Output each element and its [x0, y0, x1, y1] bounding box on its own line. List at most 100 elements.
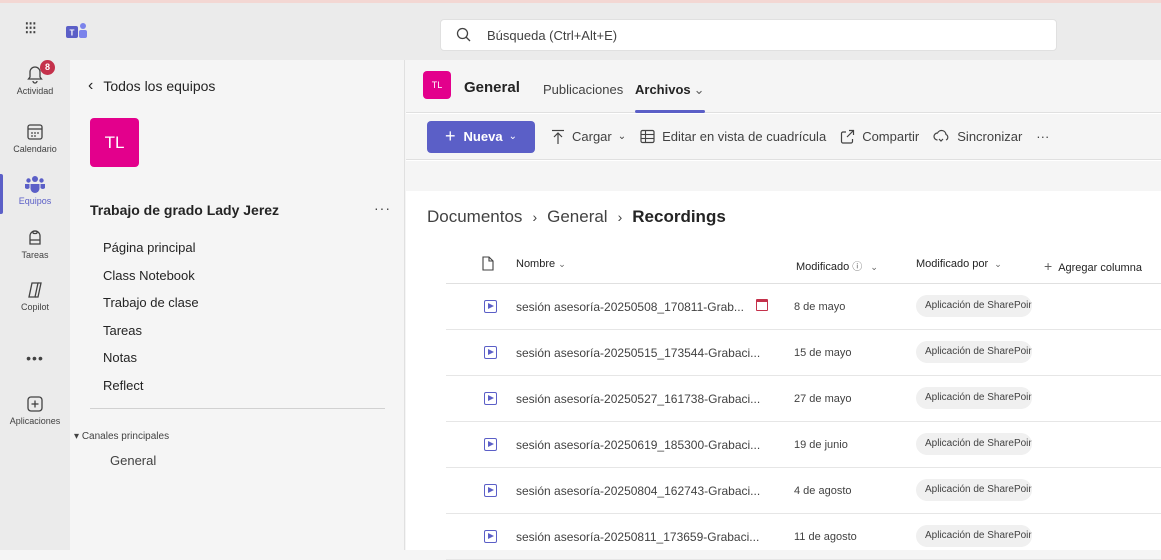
channel-item-general[interactable]: General	[110, 453, 156, 468]
file-modified-date: 4 de agosto	[794, 485, 852, 497]
chevron-right-icon: ›	[617, 209, 623, 225]
file-modified-by[interactable]: Aplicación de SharePoint	[916, 525, 1032, 547]
search-placeholder: Búsqueda (Ctrl+Alt+E)	[487, 27, 618, 43]
rail-label-activity: Actividad	[16, 86, 54, 96]
team-name[interactable]: Trabajo de grado Lady Jerez	[90, 202, 279, 218]
column-header-modified[interactable]: Modificado ⓘ ⌄	[796, 258, 878, 273]
rail-label-tasks: Tareas	[21, 250, 49, 260]
channel-title: General	[464, 79, 520, 96]
more-options-icon[interactable]: ···	[1036, 129, 1049, 144]
table-row[interactable]: sesión asesoría-20250811_173659-Grabaci.…	[446, 514, 1161, 560]
file-modified-by[interactable]: Aplicación de SharePoint	[916, 433, 1032, 455]
rail-more-icon[interactable]: •••	[0, 350, 70, 366]
video-file-icon	[484, 300, 497, 313]
title-bar: ⁝⁝⁝ T Búsqueda (Ctrl+Alt+E)	[0, 0, 1161, 60]
file-name[interactable]: sesión asesoría-20250804_162743-Grabaci.…	[516, 484, 760, 498]
sync-button[interactable]: Sincronizar	[933, 129, 1022, 144]
file-modified-by[interactable]: Aplicación de SharePoint	[916, 341, 1032, 363]
breadcrumb-item-general[interactable]: General	[547, 207, 607, 227]
file-name[interactable]: sesión asesoría-20250811_173659-Grabaci.…	[516, 530, 759, 544]
svg-text:T: T	[70, 29, 75, 38]
share-icon	[841, 129, 855, 144]
file-name[interactable]: sesión asesoría-20250619_185300-Grabaci.…	[516, 438, 760, 452]
breadcrumb-item-recordings: Recordings	[632, 207, 726, 226]
app-launcher-icon[interactable]: ⁝⁝⁝	[24, 19, 37, 37]
info-icon: ⓘ	[852, 262, 863, 273]
plus-icon: +	[1044, 258, 1053, 274]
column-header-modified-label: Modificado	[796, 261, 850, 273]
add-column-button[interactable]: + Agregar columna	[1044, 258, 1142, 274]
table-row[interactable]: sesión asesoría-20250804_162743-Grabaci.…	[446, 468, 1161, 514]
file-modified-by[interactable]: Aplicación de SharePoint	[916, 387, 1032, 409]
upload-icon	[552, 129, 564, 144]
tab-posts[interactable]: Publicaciones	[543, 82, 623, 97]
file-modified-by[interactable]: Aplicación de SharePoint	[916, 479, 1032, 501]
table-row[interactable]: sesión asesoría-20250515_173544-Grabaci.…	[446, 330, 1161, 376]
file-name[interactable]: sesión asesoría-20250527_161738-Grabaci.…	[516, 392, 760, 406]
divider	[90, 408, 385, 409]
teams-logo-icon: T	[66, 23, 87, 38]
calendar-icon	[27, 124, 43, 140]
table-row[interactable]: sesión asesoría-20250508_170811-Grab... …	[446, 284, 1161, 330]
chevron-down-icon: ⌄	[558, 259, 566, 269]
channel-avatar: TL	[423, 71, 451, 99]
upload-button[interactable]: Cargar ⌄	[551, 129, 626, 145]
file-modified-date: 15 de mayo	[794, 347, 852, 359]
calendar-event-icon	[756, 299, 768, 311]
file-modified-date: 19 de junio	[794, 439, 848, 451]
table-row[interactable]: sesión asesoría-20250527_161738-Grabaci.…	[446, 376, 1161, 422]
main-content: TL General Publicaciones Archivos ⌄ + Nue…	[406, 60, 1161, 560]
active-tab-indicator	[635, 110, 705, 113]
team-nav-list: Página principal Class Notebook Trabajo …	[103, 240, 199, 405]
plus-icon: +	[445, 126, 456, 146]
file-modified-by[interactable]: Aplicación de SharePoint	[916, 295, 1032, 317]
breadcrumb-item-documents[interactable]: Documentos	[427, 207, 522, 227]
team-nav-item-home[interactable]: Página principal	[103, 240, 199, 268]
rail-item-activity[interactable]: 8 Actividad	[0, 60, 70, 96]
team-nav-item-class-notebook[interactable]: Class Notebook	[103, 268, 199, 296]
column-header-modified-by[interactable]: Modificado por ⌄	[916, 258, 1002, 270]
toolbar-spacer	[406, 161, 1161, 191]
table-row[interactable]: sesión asesoría-20250619_185300-Grabaci.…	[446, 422, 1161, 468]
team-nav-item-classwork[interactable]: Trabajo de clase	[103, 295, 199, 323]
edit-grid-view-button[interactable]: Editar en vista de cuadrícula	[640, 129, 826, 144]
file-modified-date: 8 de mayo	[794, 301, 846, 313]
tasks-icon	[29, 230, 41, 245]
activity-badge: 8	[40, 60, 55, 75]
team-more-options-icon[interactable]: ···	[374, 200, 391, 216]
file-name[interactable]: sesión asesoría-20250508_170811-Grab...	[516, 300, 744, 314]
teams-icon	[25, 176, 45, 193]
column-header-modified-by-label: Modificado por	[916, 258, 989, 270]
team-nav-item-reflect[interactable]: Reflect	[103, 378, 199, 406]
back-label: Todos los equipos	[103, 78, 216, 94]
video-file-icon	[484, 346, 497, 359]
new-button-label: Nueva	[463, 129, 503, 144]
chevron-down-icon: ⌄	[994, 259, 1002, 269]
upload-label: Cargar	[572, 129, 612, 144]
channels-section-header[interactable]: ▾ Canales principales	[74, 431, 169, 442]
chevron-left-icon: ‹	[88, 77, 94, 94]
edit-grid-view-label: Editar en vista de cuadrícula	[662, 129, 827, 144]
rail-item-calendar[interactable]: Calendario	[0, 122, 70, 154]
column-header-name[interactable]: Nombre ⌄	[516, 258, 566, 270]
chevron-down-icon: ⌄	[693, 82, 705, 97]
file-name[interactable]: sesión asesoría-20250515_173544-Grabaci.…	[516, 346, 760, 360]
team-nav-item-assignments[interactable]: Tareas	[103, 323, 199, 351]
new-button[interactable]: + Nueva ⌄	[427, 120, 535, 153]
rail-item-tasks[interactable]: Tareas	[0, 228, 70, 260]
rail-item-teams[interactable]: Equipos	[0, 174, 70, 206]
team-nav-item-grades[interactable]: Notas	[103, 350, 199, 378]
video-file-icon	[484, 484, 497, 497]
search-input[interactable]: Búsqueda (Ctrl+Alt+E)	[440, 19, 1057, 51]
rail-item-copilot[interactable]: Copilot	[0, 280, 70, 312]
channel-header: TL General Publicaciones Archivos ⌄	[406, 60, 1161, 113]
chevron-right-icon: ›	[532, 209, 538, 225]
share-button[interactable]: Compartir	[840, 129, 919, 144]
tab-files[interactable]: Archivos ⌄	[635, 82, 705, 98]
files-library: Documentos › General › Recordings Nombre…	[406, 191, 1161, 560]
rail-item-apps[interactable]: Aplicaciones	[0, 394, 70, 426]
sync-label: Sincronizar	[957, 129, 1023, 144]
team-navigation-pane: ‹ Todos los equipos TL Trabajo de grado …	[70, 60, 405, 550]
file-type-icon[interactable]	[482, 256, 494, 271]
back-to-all-teams[interactable]: ‹ Todos los equipos	[88, 77, 215, 95]
